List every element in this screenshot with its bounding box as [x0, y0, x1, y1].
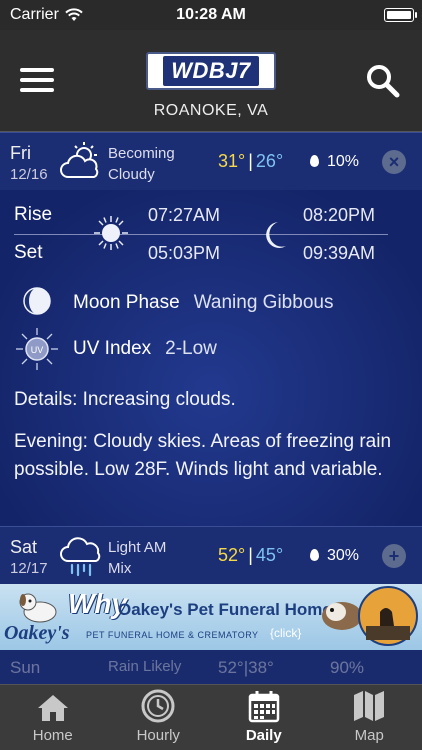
day-date: 12/17 [10, 560, 48, 577]
tab-bar: Home Hourly Daily Map [0, 684, 422, 750]
moon-phase-icon [23, 287, 51, 315]
sunrise-time: 07:27AM [148, 205, 221, 225]
home-icon [37, 695, 68, 721]
hamburger-icon [20, 68, 54, 72]
condition-text: Light AM Mix [108, 539, 167, 577]
tab-map-label: Map [354, 727, 384, 744]
battery-icon [384, 8, 417, 22]
clock: 10:28 AM [176, 6, 246, 23]
low-temp: 26° [255, 151, 284, 171]
precip-chance: 90% [330, 658, 365, 677]
status-bar: Carrier 10:28 AM [0, 0, 422, 30]
precip-chance: 30% [310, 547, 359, 565]
moonrise-time: 08:20PM [303, 205, 376, 225]
condition-text: Becoming Cloudy [108, 145, 175, 183]
uv-index-icon: UV [16, 328, 58, 370]
collapse-button[interactable]: × [382, 150, 406, 174]
expand-button[interactable]: + [382, 544, 406, 568]
tab-daily-label: Daily [245, 727, 282, 744]
tab-hourly[interactable]: Hourly [106, 685, 212, 750]
day-row-sat[interactable]: Sat 12/17 Light AM Mix 52° | 45° 30% + [0, 526, 422, 584]
raindrop-icon [310, 549, 319, 561]
logo-text: WDBJ7 [163, 56, 259, 86]
ad-brand: Oakey's [4, 622, 70, 644]
set-label: Set [14, 242, 43, 263]
rise-label: Rise [14, 204, 53, 225]
sunset-time: 05:03PM [148, 243, 221, 263]
tab-home[interactable]: Home [0, 685, 106, 750]
condition-text: Rain Likely [108, 658, 182, 675]
temperature-range: 52° | 45° [218, 545, 284, 565]
temperature-range: 52°|38° [218, 658, 274, 677]
station-logo: WDBJ7 [146, 52, 276, 90]
day-detail-panel: Rise Set 07:27AM 05:03PM 08:20PM 09:39AM… [0, 190, 422, 526]
high-temp: 52° [218, 545, 246, 565]
day-row-sun[interactable]: Sun Rain Likely 52°|38° 90% [0, 650, 422, 686]
partly-sunny-icon [60, 142, 99, 178]
moon-phase-value: Waning Gibbous [193, 292, 334, 313]
app-header: WDBJ7 ROANOKE, VA [0, 30, 422, 132]
clock-icon [141, 689, 175, 723]
ad-banner[interactable]: Why Oakey's Pet Funeral Home? Oakey's PE… [0, 584, 422, 650]
high-temp: 31° [218, 151, 246, 171]
crescent-moon-icon [266, 222, 286, 248]
uv-badge: UV [31, 345, 44, 355]
tab-map[interactable]: Map [317, 685, 422, 750]
freezing-rain-icon [60, 537, 101, 577]
sun-icon [94, 216, 128, 250]
search-button[interactable] [366, 64, 400, 98]
day-row-fri[interactable]: Fri 12/16 Becoming Cloudy 31° | 26° 10% × [0, 132, 422, 190]
ad-subtitle: PET FUNERAL HOME & CREMATORY [86, 630, 259, 640]
day-name: Sat [10, 537, 38, 557]
tab-hourly-label: Hourly [136, 727, 180, 744]
search-icon [367, 65, 400, 98]
low-temp: 45° [255, 545, 284, 565]
pet-silhouette-photo-icon [358, 586, 418, 646]
evening-forecast: Evening: Cloudy skies. Areas of freezing… [14, 431, 392, 480]
tab-home-label: Home [32, 727, 73, 744]
uv-index-label: UV Index [73, 338, 152, 359]
day-name: Sun [10, 658, 41, 677]
ad-title: Oakey's Pet Funeral Home? [118, 600, 343, 619]
moonset-time: 09:39AM [303, 243, 376, 263]
map-icon [354, 691, 385, 721]
uv-index-row: UV Index 2-Low [73, 338, 217, 360]
precip-chance: 10% [310, 153, 359, 171]
calendar-icon [248, 691, 279, 723]
dog-illustration-icon [19, 593, 57, 623]
day-name: Fri [10, 143, 31, 163]
temperature-range: 31° | 26° [218, 151, 284, 171]
day-date: 12/16 [10, 166, 48, 183]
tab-daily[interactable]: Daily [211, 685, 317, 750]
menu-button[interactable] [20, 68, 54, 94]
ad-click[interactable]: {click} [270, 626, 301, 640]
moon-phase-row: Moon Phase Waning Gibbous [73, 292, 333, 314]
raindrop-icon [310, 155, 319, 167]
moon-phase-label: Moon Phase [73, 292, 180, 313]
uv-index-value: 2-Low [165, 338, 217, 359]
divider [14, 234, 388, 235]
location-label[interactable]: ROANOKE, VA [0, 102, 422, 120]
forecast-details: Details: Increasing clouds. [14, 389, 236, 410]
